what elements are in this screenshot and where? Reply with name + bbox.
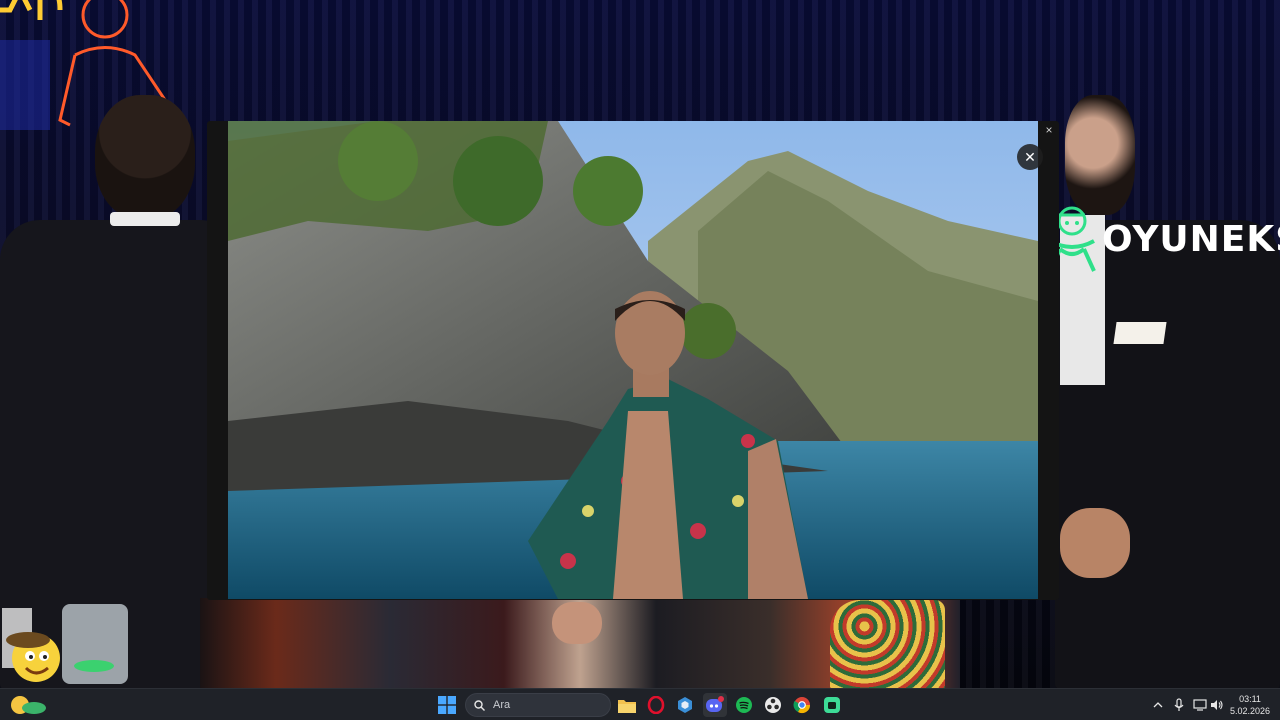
obs-icon[interactable] xyxy=(761,693,785,717)
clock-time: 03:11 xyxy=(1239,694,1261,704)
viewer-photo xyxy=(228,121,1038,599)
green-app-icon[interactable] xyxy=(820,693,844,717)
microphone-icon[interactable] xyxy=(1171,697,1187,713)
search-icon xyxy=(474,699,485,711)
start-menu-icon[interactable] xyxy=(438,696,456,714)
taskbar-search[interactable]: Ara xyxy=(465,693,611,717)
presenter-left-head xyxy=(95,95,195,220)
chevron-up-icon[interactable] xyxy=(1150,697,1166,713)
weather-widget-icon[interactable] xyxy=(6,693,52,717)
windows-taskbar: Ara 03:11 5.02.2026 xyxy=(0,688,1280,720)
viewer-close-button[interactable]: × xyxy=(1042,123,1056,137)
search-placeholder: Ara xyxy=(493,699,511,711)
floral-sleeve xyxy=(830,600,945,688)
presenter-left-collar xyxy=(110,212,180,226)
opera-gx-icon[interactable] xyxy=(644,693,668,717)
clock-date: 5.02.2026 xyxy=(1230,706,1271,716)
app-hexagon-icon[interactable] xyxy=(673,693,697,717)
file-explorer-icon[interactable] xyxy=(615,693,639,717)
network-icon[interactable] xyxy=(1192,697,1208,713)
chrome-icon[interactable] xyxy=(790,693,814,717)
discord-icon[interactable] xyxy=(703,693,727,717)
presenter-right-head xyxy=(1065,95,1135,215)
spotify-icon[interactable] xyxy=(732,693,756,717)
pocket-square xyxy=(1113,322,1167,344)
taskbar-clock[interactable]: 03:11 5.02.2026 xyxy=(1230,693,1270,717)
photo-close-button[interactable]: ✕ xyxy=(1017,144,1043,170)
emoji-overlay xyxy=(2,604,128,684)
volume-icon[interactable] xyxy=(1209,697,1225,713)
presenter-right-hand xyxy=(1060,508,1130,578)
oyuneks-logo: OYUNEKS xyxy=(1046,203,1280,275)
brand-name: OYUNEKS xyxy=(1102,218,1280,260)
audience-hand xyxy=(552,602,602,644)
